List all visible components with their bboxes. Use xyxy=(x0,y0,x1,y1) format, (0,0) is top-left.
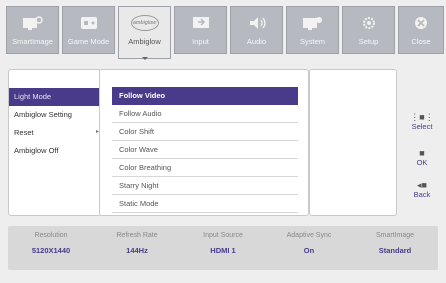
tab-label: Close xyxy=(411,37,431,46)
top-tab-bar: SmartImage Game Mode ambiglow Ambiglow I… xyxy=(0,0,446,64)
tab-ambiglow[interactable]: ambiglow Ambiglow xyxy=(118,6,171,59)
tab-label: Input xyxy=(192,37,209,46)
status-value: 144Hz xyxy=(126,246,148,255)
option-color-shift[interactable]: Color Shift xyxy=(112,123,298,141)
speaker-icon xyxy=(246,13,268,33)
ok-icon: ■ xyxy=(419,148,425,158)
status-value: Standard xyxy=(378,246,412,255)
input-icon xyxy=(190,13,212,33)
tab-label: Ambiglow xyxy=(128,37,161,46)
control-label: OK xyxy=(416,158,428,167)
option-color-breathing[interactable]: Color Breathing xyxy=(112,159,298,177)
control-label: Back xyxy=(413,190,431,199)
tab-label: Setup xyxy=(358,37,379,46)
menu-item-ambiglow-off[interactable]: Ambiglow Off xyxy=(9,142,101,160)
status-adaptive-sync: Adaptive Sync On xyxy=(266,232,352,255)
status-key: Input Source xyxy=(203,232,243,239)
status-input-source: Input Source HDMI 1 xyxy=(180,232,266,255)
status-value: On xyxy=(303,246,315,255)
back-icon: ◂■ xyxy=(417,180,427,190)
options-panel: Follow Video Follow Audio Color Shift Co… xyxy=(99,69,309,216)
status-key: SmartImage xyxy=(375,232,415,239)
tab-label: System xyxy=(299,37,325,46)
tab-input[interactable]: Input xyxy=(174,6,227,54)
gamepad-icon xyxy=(78,13,100,33)
tab-audio[interactable]: Audio xyxy=(230,6,283,54)
system-icon xyxy=(302,13,324,33)
status-resolution: Resolution 5120X1440 xyxy=(8,232,94,255)
status-key: Adaptive Sync xyxy=(286,232,332,239)
control-label: Select xyxy=(411,122,433,131)
status-value: HDMI 1 xyxy=(210,246,236,255)
tab-system[interactable]: System xyxy=(286,6,339,54)
tab-setup[interactable]: Setup xyxy=(342,6,395,54)
menu-item-reset[interactable]: Reset xyxy=(9,124,101,142)
submenu-panel xyxy=(309,69,397,216)
status-key: Resolution xyxy=(34,232,68,239)
option-starry-night[interactable]: Starry Night xyxy=(112,177,298,195)
menu-item-ambiglow-setting[interactable]: Ambiglow Setting xyxy=(9,106,101,124)
close-icon xyxy=(410,13,432,33)
menu-item-light-mode[interactable]: Light Mode xyxy=(9,88,101,106)
status-key: Refresh Rate xyxy=(116,232,158,239)
tab-label: Game Mode xyxy=(67,37,110,46)
option-follow-audio[interactable]: Follow Audio xyxy=(112,105,298,123)
tab-smartimage[interactable]: SmartImage xyxy=(6,6,59,54)
status-value: 5120X1440 xyxy=(31,246,71,255)
select-icon: ⋮■⋮ xyxy=(410,112,434,122)
tab-label: Audio xyxy=(246,37,267,46)
ambiglow-icon: ambiglow xyxy=(130,13,159,33)
status-bar: Resolution 5120X1440 Refresh Rate 144Hz … xyxy=(8,226,438,270)
back-control[interactable]: ◂■ Back xyxy=(398,180,446,199)
option-follow-video[interactable]: Follow Video xyxy=(112,87,298,105)
left-menu-panel: Light Mode Ambiglow Setting Reset Ambigl… xyxy=(8,69,102,216)
tab-close[interactable]: Close xyxy=(398,6,444,54)
status-smartimage: SmartImage Standard xyxy=(352,232,438,255)
status-refresh-rate: Refresh Rate 144Hz xyxy=(94,232,180,255)
ok-control[interactable]: ■ OK xyxy=(398,148,446,167)
option-color-wave[interactable]: Color Wave xyxy=(112,141,298,159)
active-tab-pointer-icon xyxy=(142,57,148,60)
tab-label: SmartImage xyxy=(12,37,53,46)
tab-game-mode[interactable]: Game Mode xyxy=(62,6,115,54)
smartimage-icon xyxy=(22,13,44,33)
select-control[interactable]: ⋮■⋮ Select xyxy=(398,112,446,131)
gear-icon xyxy=(358,13,380,33)
option-static-mode[interactable]: Static Mode xyxy=(112,195,298,213)
ambiglow-icon-text: ambiglow xyxy=(130,15,159,31)
